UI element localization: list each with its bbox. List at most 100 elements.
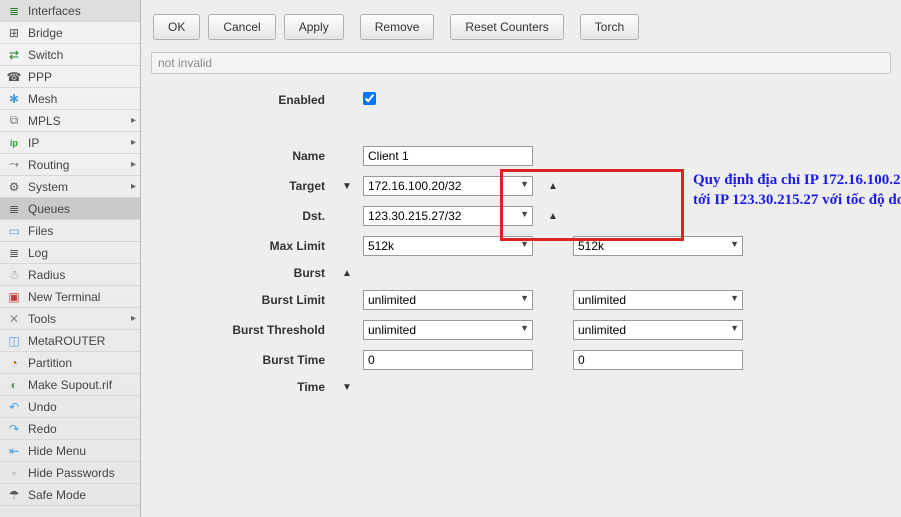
sidebar-item-bridge[interactable]: ⊞ Bridge xyxy=(0,22,140,44)
time-label: Time xyxy=(151,380,331,394)
status-row: not invalid xyxy=(151,52,891,74)
sidebar-item-ppp[interactable]: ☎ PPP xyxy=(0,66,140,88)
new-terminal-icon: ▣ xyxy=(6,289,22,305)
sidebar-item-label: MetaROUTER xyxy=(28,334,105,348)
maxlimit-up-select[interactable]: 512k xyxy=(363,236,533,256)
torch-button[interactable]: Torch xyxy=(580,14,639,40)
maxlimit-label: Max Limit xyxy=(151,239,331,253)
burstlimit-up-select[interactable]: unlimited xyxy=(363,290,533,310)
sidebar-item-partition[interactable]: ◔Partition xyxy=(0,352,140,374)
sidebar-item-new-terminal[interactable]: ▣ New Terminal xyxy=(0,286,140,308)
mesh-icon: ✱ xyxy=(6,91,22,107)
switch-icon: ⇄ xyxy=(6,47,22,63)
sidebar-item-label: Redo xyxy=(28,422,57,436)
ppp-icon: ☎ xyxy=(6,69,22,85)
toolbar: OK Cancel Apply Remove Reset Counters To… xyxy=(151,10,891,52)
burstthreshold-up-select[interactable]: unlimited xyxy=(363,320,533,340)
sidebar-item-ip[interactable]: ip IP ▸ xyxy=(0,132,140,154)
burst-collapse-toggle[interactable] xyxy=(331,268,363,279)
burstlimit-down-select[interactable]: unlimited xyxy=(573,290,743,310)
name-label: Name xyxy=(151,149,331,163)
sidebar-item-label: IP xyxy=(28,136,39,150)
sidebar-item-switch[interactable]: ⇄ Switch xyxy=(0,44,140,66)
queues-icon: ≣ xyxy=(6,201,22,217)
routing-icon: ⤳ xyxy=(6,157,22,173)
dst-select[interactable]: 123.30.215.27/32 xyxy=(363,206,533,226)
bursttime-label: Burst Time xyxy=(151,353,331,367)
make-supout-rif-icon: ◐ xyxy=(6,377,22,393)
name-input[interactable] xyxy=(363,146,533,166)
sidebar-item-log[interactable]: ≣ Log xyxy=(0,242,140,264)
sidebar-item-queues[interactable]: ≣ Queues xyxy=(0,198,140,220)
target-label: Target xyxy=(151,179,331,193)
sidebar-item-label: PPP xyxy=(28,70,52,84)
bursttime-down-input[interactable] xyxy=(573,350,743,370)
log-icon: ≣ xyxy=(6,245,22,261)
remove-button[interactable]: Remove xyxy=(360,14,435,40)
reset-counters-button[interactable]: Reset Counters xyxy=(450,14,563,40)
sidebar-item-label: Queues xyxy=(28,202,70,216)
time-expand-toggle[interactable] xyxy=(331,382,363,393)
target-expand-toggle[interactable] xyxy=(533,181,573,192)
submenu-arrow-icon: ▸ xyxy=(131,159,136,170)
dst-label: Dst. xyxy=(151,209,331,223)
sidebar-item-label: New Terminal xyxy=(28,290,100,304)
system-icon: ⚙ xyxy=(6,179,22,195)
cancel-button[interactable]: Cancel xyxy=(208,14,275,40)
sidebar-item-safe-mode[interactable]: ☂ Safe Mode xyxy=(0,484,140,506)
sidebar-item-label: Switch xyxy=(28,48,63,62)
sidebar-item-radius[interactable]: ☃Radius xyxy=(0,264,140,286)
metarouter-icon: ◫ xyxy=(6,333,22,349)
sidebar-item-label: Safe Mode xyxy=(28,488,86,502)
ip-icon: ip xyxy=(6,135,22,151)
sidebar-item-label: System xyxy=(28,180,68,194)
files-icon: ▭ xyxy=(6,223,22,239)
sidebar-item-label: Mesh xyxy=(28,92,57,106)
burstthreshold-down-select[interactable]: unlimited xyxy=(573,320,743,340)
sidebar-item-mesh[interactable]: ✱ Mesh xyxy=(0,88,140,110)
sidebar-item-label: Routing xyxy=(28,158,69,172)
tools-icon: ✕ xyxy=(6,311,22,327)
hide-menu-icon: ⇤ xyxy=(6,443,22,459)
sidebar-item-tools[interactable]: ✕ Tools ▸ xyxy=(0,308,140,330)
main-panel: OK Cancel Apply Remove Reset Counters To… xyxy=(141,0,901,517)
sidebar-item-system[interactable]: ⚙ System ▸ xyxy=(0,176,140,198)
safe-mode-icon: ☂ xyxy=(6,487,22,503)
enabled-checkbox[interactable] xyxy=(363,92,376,105)
radius-icon: ☃ xyxy=(6,267,22,283)
hide-passwords-icon: ◦ xyxy=(6,465,22,481)
target-select[interactable]: 172.16.100.20/32 xyxy=(363,176,533,196)
submenu-arrow-icon: ▸ xyxy=(131,137,136,148)
ok-button[interactable]: OK xyxy=(153,14,200,40)
sidebar-item-label: Hide Menu xyxy=(28,444,86,458)
sidebar-item-hide-menu[interactable]: ⇤ Hide Menu xyxy=(0,440,140,462)
sidebar-item-label: Partition xyxy=(28,356,72,370)
sidebar-item-hide-passwords[interactable]: ◦ Hide Passwords xyxy=(0,462,140,484)
sidebar-item-metarouter[interactable]: ◫ MetaROUTER xyxy=(0,330,140,352)
bursttime-up-input[interactable] xyxy=(363,350,533,370)
submenu-arrow-icon: ▸ xyxy=(131,181,136,192)
sidebar-item-label: Log xyxy=(28,246,48,260)
sidebar-item-files[interactable]: ▭ Files xyxy=(0,220,140,242)
target-collapse-toggle[interactable] xyxy=(331,181,363,192)
sidebar-item-label: Undo xyxy=(28,400,57,414)
undo-icon: ↶ xyxy=(6,399,22,415)
sidebar-item-label: Tools xyxy=(28,312,56,326)
sidebar-item-label: Bridge xyxy=(28,26,63,40)
sidebar-item-label: Hide Passwords xyxy=(28,466,115,480)
sidebar-item-label: Make Supout.rif xyxy=(28,378,112,392)
sidebar-item-routing[interactable]: ⤳ Routing ▸ xyxy=(0,154,140,176)
sidebar-item-label: Files xyxy=(28,224,53,238)
sidebar-item-mpls[interactable]: ⧉MPLS▸ xyxy=(0,110,140,132)
submenu-arrow-icon: ▸ xyxy=(131,313,136,324)
sidebar-item-undo[interactable]: ↶ Undo xyxy=(0,396,140,418)
maxlimit-down-select[interactable]: 512k xyxy=(573,236,743,256)
apply-button[interactable]: Apply xyxy=(284,14,344,40)
sidebar-item-interfaces[interactable]: ≣Interfaces xyxy=(0,0,140,22)
burstthreshold-label: Burst Threshold xyxy=(151,323,331,337)
sidebar-item-make-supout-rif[interactable]: ◐ Make Supout.rif xyxy=(0,374,140,396)
sidebar-item-redo[interactable]: ↷Redo xyxy=(0,418,140,440)
interfaces-icon: ≣ xyxy=(6,3,22,19)
bridge-icon: ⊞ xyxy=(6,25,22,41)
dst-expand-toggle[interactable] xyxy=(533,211,573,222)
